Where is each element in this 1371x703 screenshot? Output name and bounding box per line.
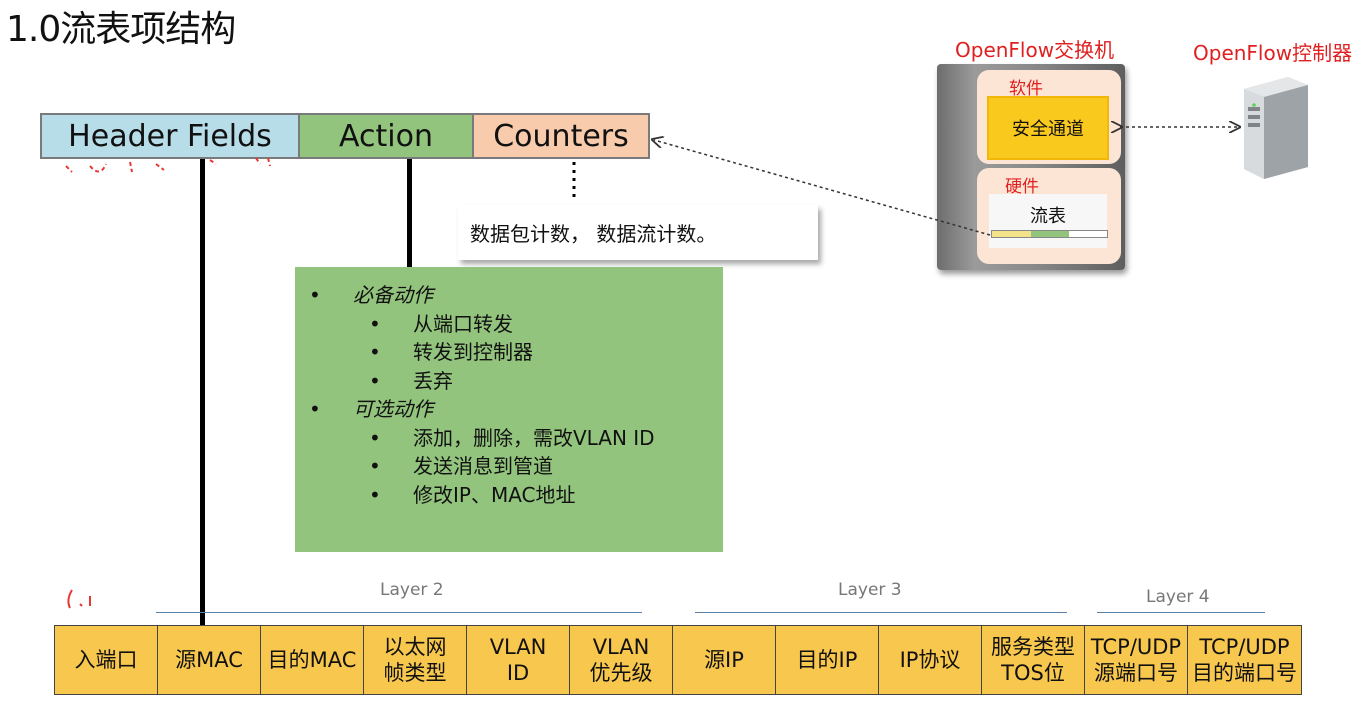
dotted-connectors [0, 0, 1371, 236]
